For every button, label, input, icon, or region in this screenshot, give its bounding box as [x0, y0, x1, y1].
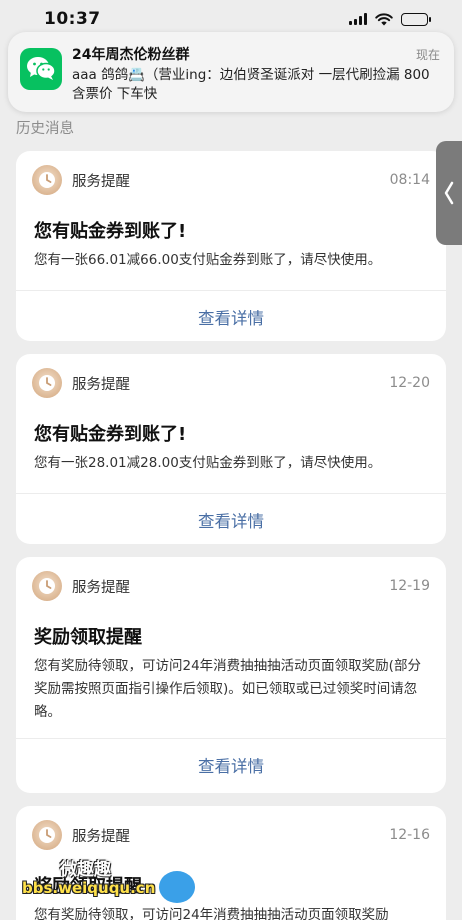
service-clock-icon — [32, 571, 62, 601]
card-description: 您有一张66.01减66.00支付贴金券到账了，请尽快使用。 — [34, 252, 382, 268]
wifi-icon — [375, 12, 393, 25]
history-label: 历史消息 — [16, 121, 74, 137]
notification-title: 24年周杰伦粉丝群 — [72, 47, 190, 63]
mascot-icon — [157, 869, 197, 905]
notification-message: aaa 鸽鸽📇（营业ing：边伯贤圣诞派对 一层代刷捡漏 800含票价 下车快 — [72, 67, 430, 102]
card-time: 12-20 — [389, 375, 430, 391]
card-description: 您有一张28.01减28.00支付贴金券到账了，请尽快使用。 — [34, 455, 382, 471]
message-card: 服务提醒 08:14 您有贴金券到账了! 您有一张66.01减66.00支付贴金… — [16, 151, 446, 341]
card-title: 奖励领取提醒 — [34, 627, 142, 648]
chevron-left-icon — [444, 181, 454, 205]
battery-icon — [401, 12, 431, 26]
watermark-line2: bbs.weiququ.cn — [22, 879, 156, 897]
card-time: 08:14 — [389, 172, 430, 188]
card-time: 12-19 — [389, 578, 430, 594]
card-description: 您有奖励待领取，可访问24年消费抽抽抽活动页面领取奖励(部分奖励需按照页面指引操… — [34, 658, 421, 720]
card-source: 服务提醒 — [72, 173, 130, 190]
card-source: 服务提醒 — [72, 376, 130, 393]
view-details-button[interactable]: 查看详情 — [16, 291, 446, 341]
cellular-signal-icon — [349, 13, 367, 25]
status-icons — [349, 12, 431, 26]
message-card: 服务提醒 12-19 奖励领取提醒 您有奖励待领取，可访问24年消费抽抽抽活动页… — [16, 557, 446, 793]
view-details-button[interactable]: 查看详情 — [16, 739, 446, 790]
message-card: 服务提醒 12-20 您有贴金券到账了! 您有一张28.01减28.00支付贴金… — [16, 354, 446, 544]
status-time: 10:37 — [44, 9, 101, 29]
card-title: 您有贴金券到账了! — [34, 221, 187, 242]
view-details-button[interactable]: 查看详情 — [16, 494, 446, 544]
watermark-line1: 微趣趣 — [60, 860, 111, 880]
notification-time: 现在 — [415, 48, 440, 62]
card-source: 服务提醒 — [72, 579, 130, 596]
service-clock-icon — [32, 368, 62, 398]
card-time: 12-16 — [389, 827, 430, 843]
notification-banner[interactable]: 24年周杰伦粉丝群 现在 aaa 鸽鸽📇（营业ing：边伯贤圣诞派对 一层代刷捡… — [8, 32, 454, 112]
card-source: 服务提醒 — [72, 828, 130, 845]
service-clock-icon — [32, 820, 62, 850]
card-title: 您有贴金券到账了! — [34, 424, 187, 445]
wechat-icon — [20, 48, 62, 90]
site-watermark: 微趣趣 bbs.weiququ.cn — [22, 855, 222, 910]
side-pull-tab[interactable] — [436, 141, 462, 245]
service-clock-icon — [32, 165, 62, 195]
